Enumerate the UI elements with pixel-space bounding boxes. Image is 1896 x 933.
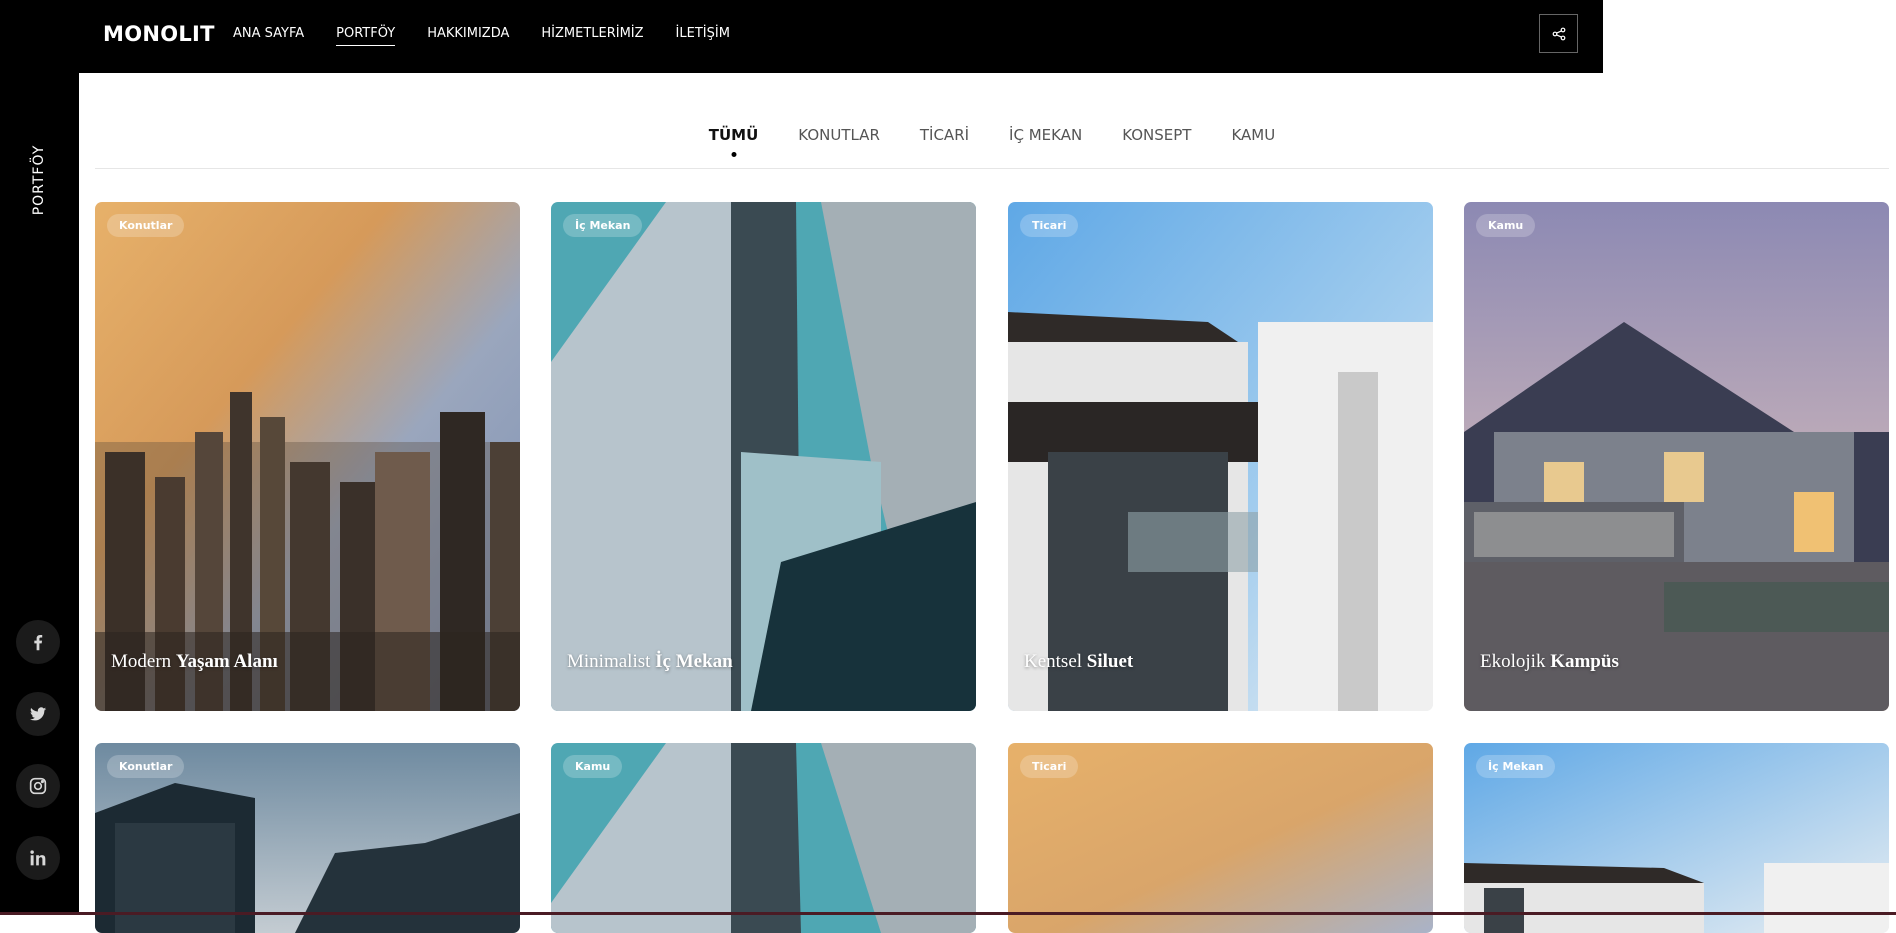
share-button[interactable] (1539, 14, 1578, 53)
category-badge: Ticari (1020, 214, 1079, 237)
filter-public[interactable]: KAMU (1231, 126, 1275, 152)
filter-commercial[interactable]: TİCARİ (920, 126, 969, 152)
project-title: Ekolojik Kampüs (1480, 651, 1619, 673)
portfolio-card[interactable]: Konutlar Modern Yaşam Alanı (95, 202, 520, 711)
category-badge: Kamu (563, 755, 623, 778)
nav-item-contact[interactable]: İLETİŞİM (676, 26, 730, 46)
facebook-link[interactable] (16, 620, 60, 664)
portfolio-card[interactable]: Kamu (551, 743, 976, 933)
top-navbar: MONOLIT ANA SAYFA PORTFÖY HAKKIMIZDA HİZ… (0, 0, 1603, 73)
project-image (1008, 202, 1433, 711)
portfolio-card[interactable]: Kamu Ekolojik Kampüs (1464, 202, 1889, 711)
category-badge: Kamu (1476, 214, 1536, 237)
main-nav: ANA SAYFA PORTFÖY HAKKIMIZDA HİZMETLERİM… (233, 26, 730, 46)
sidebar-section-label: PORTFÖY (31, 144, 47, 216)
brand-logo[interactable]: MONOLIT (103, 22, 215, 46)
portfolio-filter-tabs: TÜMÜ KONUTLAR TİCARİ İÇ MEKAN KONSEPT KA… (95, 126, 1889, 169)
twitter-icon (29, 707, 47, 721)
portfolio-card[interactable]: İç Mekan Minimalist İç Mekan (551, 202, 976, 711)
nav-item-about[interactable]: HAKKIMIZDA (427, 26, 509, 46)
facebook-icon (34, 634, 43, 651)
project-title-bold: Yaşam Alanı (175, 651, 278, 672)
category-badge: Konutlar (107, 755, 185, 778)
nav-item-home[interactable]: ANA SAYFA (233, 26, 304, 46)
project-title-bold: Kampüs (1550, 651, 1619, 672)
project-title-light: Minimalist (567, 651, 651, 672)
filter-residential[interactable]: KONUTLAR (798, 126, 880, 152)
portfolio-card[interactable]: İç Mekan (1464, 743, 1889, 933)
project-title-bold: İç Mekan (655, 651, 733, 672)
project-title: Modern Yaşam Alanı (111, 651, 278, 673)
portfolio-card[interactable]: Ticari Kentsel Siluet (1008, 202, 1433, 711)
filter-all[interactable]: TÜMÜ (709, 126, 759, 152)
instagram-icon (29, 777, 47, 795)
portfolio-card[interactable]: Konutlar (95, 743, 520, 933)
category-badge: Ticari (1020, 755, 1079, 778)
filter-interior[interactable]: İÇ MEKAN (1009, 126, 1082, 152)
category-badge: Konutlar (107, 214, 185, 237)
nav-item-portfolio[interactable]: PORTFÖY (336, 26, 396, 46)
project-title-light: Kentsel (1024, 651, 1083, 672)
project-title-light: Modern (111, 651, 172, 672)
category-badge: İç Mekan (563, 214, 643, 237)
project-image (1464, 202, 1889, 711)
project-image (551, 202, 976, 711)
project-title: Kentsel Siluet (1024, 651, 1133, 673)
filter-concept[interactable]: KONSEPT (1122, 126, 1191, 152)
category-badge: İç Mekan (1476, 755, 1556, 778)
linkedin-link[interactable] (16, 836, 60, 880)
linkedin-icon (30, 850, 46, 866)
share-icon (1552, 27, 1565, 40)
nav-item-services[interactable]: HİZMETLERİMİZ (541, 26, 643, 46)
instagram-link[interactable] (16, 764, 60, 808)
project-title: Minimalist İç Mekan (567, 651, 733, 673)
project-image (95, 202, 520, 711)
twitter-link[interactable] (16, 692, 60, 736)
portfolio-card[interactable]: Ticari (1008, 743, 1433, 933)
project-title-bold: Siluet (1086, 651, 1134, 672)
project-title-light: Ekolojik (1480, 651, 1546, 672)
